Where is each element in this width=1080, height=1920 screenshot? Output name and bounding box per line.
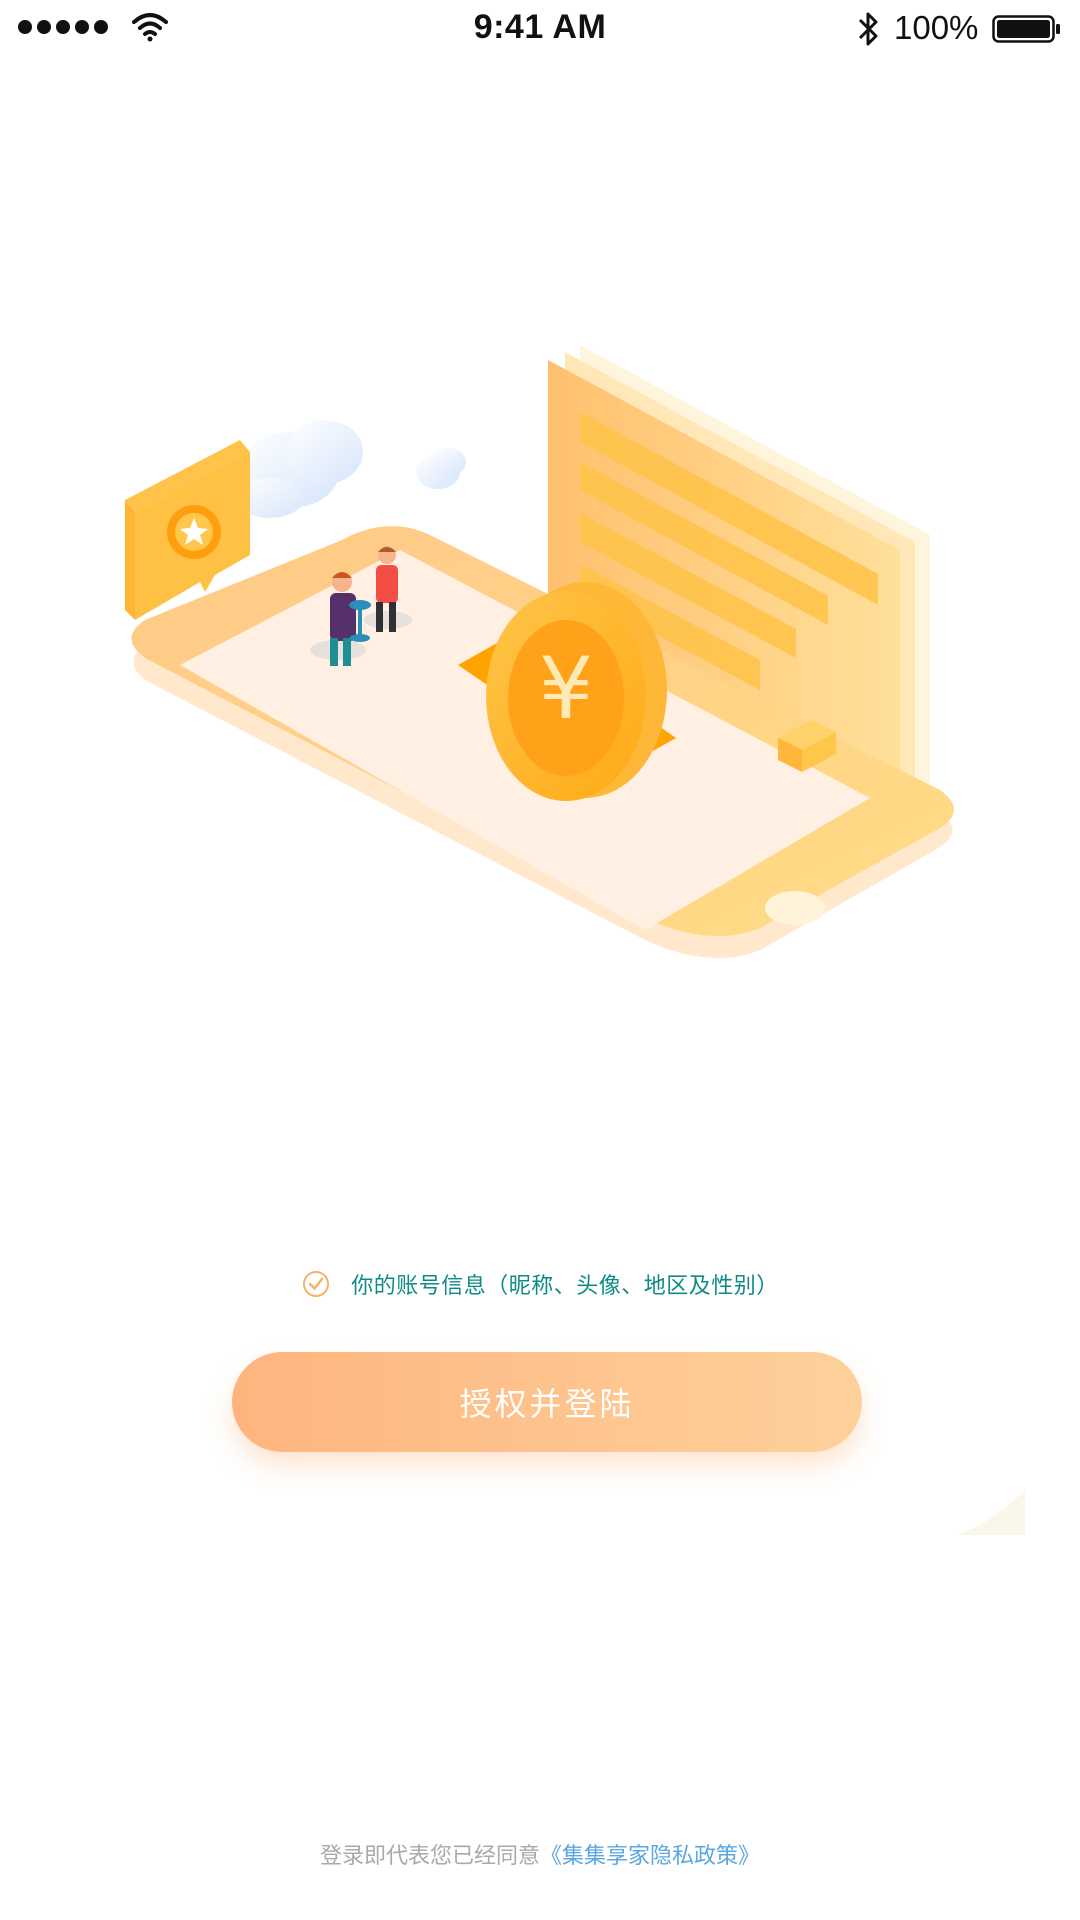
authorize-login-button[interactable]: 授权并登陆 — [232, 1352, 862, 1452]
privacy-agreement-text: 登录即代表您已经同意 — [319, 1844, 540, 1869]
privacy-footer: 登录即代表您已经同意《集集享家隐私政策》 — [0, 1838, 1080, 1870]
privacy-policy-link[interactable]: 《集集享家隐私政策》 — [540, 1844, 760, 1869]
cloud-icon — [236, 420, 466, 518]
status-bar: 9:41 AM 100% — [0, 0, 1080, 60]
svg-text:¥: ¥ — [539, 639, 594, 739]
battery-percentage: 100% — [894, 9, 979, 46]
decorative-corner-shape — [955, 1490, 1025, 1535]
battery-icon — [992, 15, 1060, 43]
consent-row: 你的账号信息（昵称、头像、地区及性别） — [0, 1268, 1080, 1300]
account-info-consent-text: 你的账号信息（昵称、头像、地区及性别） — [351, 1274, 779, 1299]
checkbox-check-icon[interactable] — [301, 1269, 331, 1299]
phone-illustration: ¥ — [125, 345, 954, 958]
bluetooth-icon — [858, 12, 878, 46]
